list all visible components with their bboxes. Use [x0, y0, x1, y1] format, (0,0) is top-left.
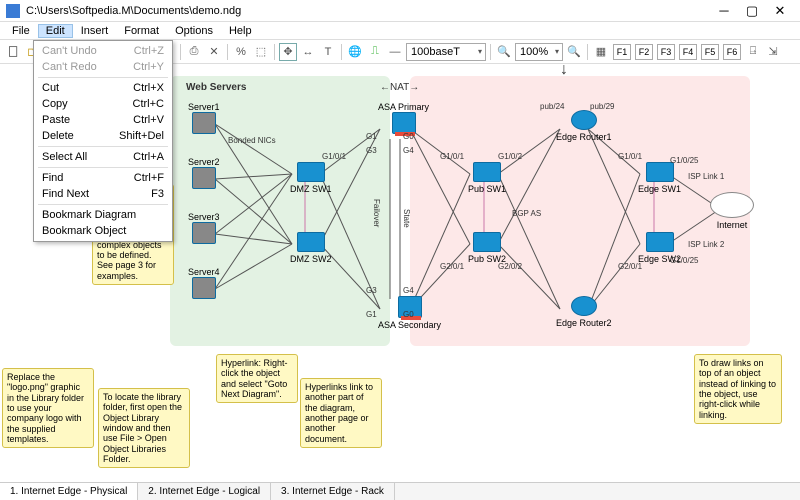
header-nat: ←NAT→: [380, 82, 419, 93]
menu-help[interactable]: Help: [221, 24, 260, 38]
node-server1[interactable]: Server1: [188, 100, 220, 134]
port-g1-b: G1: [366, 310, 377, 319]
port-g201-b: G2/0/1: [618, 262, 642, 271]
select-icon[interactable]: %: [232, 43, 250, 61]
edit-menu-item[interactable]: FindCtrl+F: [34, 170, 172, 186]
node-internet[interactable]: Internet: [710, 192, 754, 230]
label-bonded: Bonded NICs: [228, 136, 276, 145]
connector-icon[interactable]: ⎍: [366, 43, 384, 61]
port-g0-a: G0: [403, 132, 414, 141]
fkey-6[interactable]: F6: [723, 44, 741, 60]
node-edge-router1[interactable]: Edge Router1: [556, 110, 612, 142]
edit-menu-item[interactable]: Bookmark Diagram: [34, 207, 172, 223]
fkey-3[interactable]: F3: [657, 44, 675, 60]
menu-format[interactable]: Format: [116, 24, 167, 38]
edit-menu-item[interactable]: CopyCtrl+C: [34, 96, 172, 112]
note-logo[interactable]: Replace the "logo.png" graphic in the Li…: [2, 368, 94, 448]
port-g201-a: G2/0/1: [440, 262, 464, 271]
menu-file[interactable]: File: [4, 24, 38, 38]
note-hyperlink[interactable]: Hyperlink: Right-click the object and se…: [216, 354, 298, 403]
line-icon[interactable]: —: [386, 43, 404, 61]
menu-options[interactable]: Options: [167, 24, 221, 38]
node-server4[interactable]: Server4: [188, 265, 220, 299]
edit-menu-item: Can't UndoCtrl+Z: [34, 43, 172, 59]
link-icon[interactable]: ↔: [299, 43, 317, 61]
label-bgpas: BGP AS: [512, 209, 541, 218]
edit-menu-item: Can't RedoCtrl+Y: [34, 59, 172, 75]
port-g0-b: G0: [403, 310, 414, 319]
port-g101-a: G1/0/1: [322, 152, 346, 161]
link-type-combo[interactable]: 100baseT: [406, 43, 486, 61]
port-g101-b: G1/0/1: [440, 152, 464, 161]
node-dmzsw1[interactable]: DMZ SW1: [290, 162, 332, 194]
edit-menu-item[interactable]: Select AllCtrl+A: [34, 149, 172, 165]
tab-logical[interactable]: 2. Internet Edge - Logical: [138, 483, 271, 500]
edit-menu-item[interactable]: Find NextF3: [34, 186, 172, 202]
window-title: C:\Users\Softpedia.M\Documents\demo.ndg: [26, 5, 710, 17]
fkey-5[interactable]: F5: [701, 44, 719, 60]
app-icon: [6, 4, 20, 18]
delete-icon[interactable]: ✕: [205, 43, 223, 61]
label-isp2: ISP Link 2: [688, 240, 724, 249]
tab-bar: 1. Internet Edge - Physical 2. Internet …: [0, 482, 800, 500]
edit-menu-item[interactable]: DeleteShift+Del: [34, 128, 172, 144]
zoom-in-icon[interactable]: 🔍: [565, 43, 583, 61]
arrow-down-icon: ↓: [560, 64, 568, 79]
port-g101-c: G1/0/1: [618, 152, 642, 161]
text-icon[interactable]: T: [319, 43, 337, 61]
port-g1-a: G1: [366, 132, 377, 141]
edit-menu-item[interactable]: CutCtrl+X: [34, 80, 172, 96]
port-g1025-a: G1/0/25: [670, 156, 698, 165]
print-icon[interactable]: ⎙: [185, 43, 203, 61]
new-icon[interactable]: [4, 43, 22, 61]
label-failover: Failover: [372, 199, 381, 227]
port-pub29: pub/29: [590, 102, 614, 111]
edit-menu-item[interactable]: Bookmark Object: [34, 223, 172, 239]
tab-physical[interactable]: 1. Internet Edge - Physical: [0, 483, 138, 500]
maximize-button[interactable]: ▢: [738, 3, 766, 19]
tool-icon[interactable]: ⬚: [252, 43, 270, 61]
port-pub24: pub/24: [540, 102, 564, 111]
exit-icon[interactable]: ⍈: [744, 43, 762, 61]
move-icon[interactable]: ✥: [279, 43, 297, 61]
zoom-combo[interactable]: 100%: [515, 43, 563, 61]
tab-rack[interactable]: 3. Internet Edge - Rack: [271, 483, 395, 500]
globe-icon[interactable]: 🌐: [346, 43, 364, 61]
node-dmzsw2[interactable]: DMZ SW2: [290, 232, 332, 264]
edit-menu-item[interactable]: PasteCtrl+V: [34, 112, 172, 128]
port-g102-a: G1/0/2: [498, 152, 522, 161]
node-server2[interactable]: Server2: [188, 155, 220, 189]
edit-menu-dropdown: Can't UndoCtrl+ZCan't RedoCtrl+Y CutCtrl+…: [33, 40, 173, 242]
fkey-4[interactable]: F4: [679, 44, 697, 60]
port-g202-a: G2/0/2: [498, 262, 522, 271]
note-library-folder[interactable]: To locate the library folder, first open…: [98, 388, 190, 468]
title-bar: C:\Users\Softpedia.M\Documents\demo.ndg …: [0, 0, 800, 22]
menu-bar: File Edit Insert Format Options Help: [0, 22, 800, 40]
export-icon[interactable]: ⇲: [764, 43, 782, 61]
header-webservers: Web Servers: [186, 82, 246, 93]
close-button[interactable]: ✕: [766, 3, 794, 19]
grid-icon[interactable]: ▦: [592, 43, 610, 61]
port-g4-a: G4: [403, 146, 414, 155]
port-g3-b: G3: [366, 286, 377, 295]
node-edgesw1[interactable]: Edge SW1: [638, 162, 681, 194]
note-draw-links[interactable]: To draw links on top of an object instea…: [694, 354, 782, 424]
fkey-2[interactable]: F2: [635, 44, 653, 60]
minimize-button[interactable]: ─: [710, 3, 738, 18]
node-server3[interactable]: Server3: [188, 210, 220, 244]
menu-insert[interactable]: Insert: [73, 24, 117, 38]
label-isp1: ISP Link 1: [688, 172, 724, 181]
menu-edit[interactable]: Edit: [38, 24, 73, 38]
port-g4-b: G4: [403, 286, 414, 295]
zoom-out-icon[interactable]: 🔍: [495, 43, 513, 61]
note-hyperlinks-link[interactable]: Hyperlinks link to another part of the d…: [300, 378, 382, 448]
fkey-1[interactable]: F1: [613, 44, 631, 60]
node-pubsw2[interactable]: Pub SW2: [468, 232, 506, 264]
port-g1025-b: G1/0/25: [670, 256, 698, 265]
port-g3-a: G3: [366, 146, 377, 155]
node-edge-router2[interactable]: Edge Router2: [556, 296, 612, 328]
node-asa-primary[interactable]: ASA Primary: [378, 100, 429, 134]
node-pubsw1[interactable]: Pub SW1: [468, 162, 506, 194]
label-state: State: [402, 209, 411, 228]
